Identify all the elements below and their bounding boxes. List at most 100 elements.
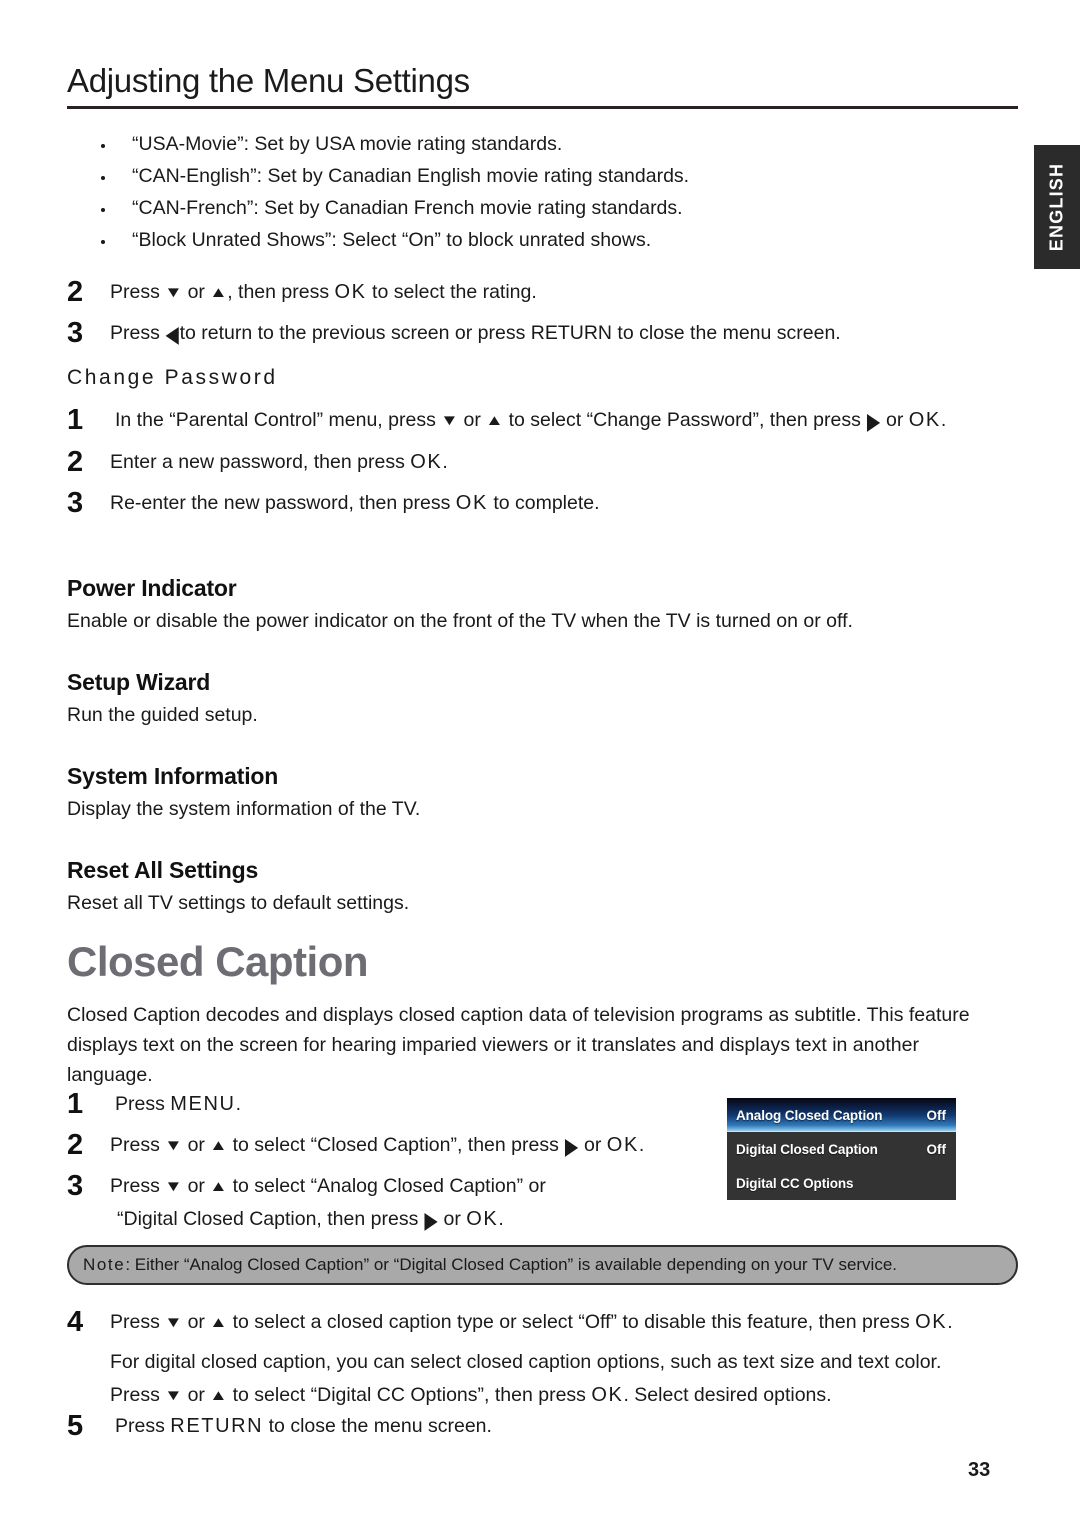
list-item: “CAN-French”: Set by Canadian French mov… bbox=[101, 197, 961, 229]
closed-caption-intro: Closed Caption decodes and displays clos… bbox=[67, 1004, 970, 1086]
step-text-part: or bbox=[584, 1134, 602, 1156]
step-text: Re-enter the new password, then press OK… bbox=[110, 487, 600, 520]
osd-menu-item-analog-closed-caption[interactable]: Analog Closed Caption Off bbox=[727, 1098, 956, 1132]
arrow-up-icon: ▲ bbox=[209, 1314, 229, 1331]
section-body-power-indicator: Enable or disable the power indicator on… bbox=[67, 610, 853, 632]
step-text: Press ▼ or ▲ to select a closed caption … bbox=[110, 1306, 953, 1339]
osd-menu-item-digital-closed-caption[interactable]: Digital Closed Caption Off bbox=[727, 1132, 956, 1166]
step-text-part: or bbox=[187, 1311, 205, 1333]
key-ok-label: OK bbox=[915, 1311, 948, 1333]
section-heading-system-information: System Information bbox=[67, 763, 279, 789]
arrow-down-icon: ▼ bbox=[164, 1314, 183, 1331]
closed-caption-heading: Closed Caption bbox=[67, 938, 369, 985]
list-item-label: “CAN-English”: Set by Canadian English m… bbox=[132, 165, 690, 187]
step-text: Press ▼ or ▲ to select “Closed Caption”,… bbox=[110, 1129, 644, 1164]
list-item: “USA-Movie”: Set by USA movie rating sta… bbox=[101, 133, 961, 165]
osd-menu-item-digital-cc-options[interactable]: Digital CC Options bbox=[727, 1166, 956, 1200]
step-text-line2: “Digital Closed Caption, then press ▶ or… bbox=[117, 1203, 504, 1238]
step-text: Press ▼ or ▲, then press OK to select th… bbox=[110, 276, 537, 309]
rating-standards-list: “USA-Movie”: Set by USA movie rating sta… bbox=[101, 133, 961, 261]
key-ok-label: OK bbox=[334, 281, 367, 303]
step-text-part: . bbox=[442, 451, 448, 473]
step-text-part: or bbox=[187, 1384, 205, 1406]
step-text-part: or bbox=[187, 281, 205, 303]
manual-page: Adjusting the Menu Settings ENGLISH “USA… bbox=[0, 0, 1080, 1527]
bullet-icon bbox=[101, 144, 105, 148]
note-label: Note bbox=[83, 1255, 126, 1274]
list-item-label: “USA-Movie”: Set by USA movie rating sta… bbox=[132, 133, 563, 155]
step-text-part: or bbox=[187, 1175, 205, 1197]
bullet-icon bbox=[101, 240, 105, 244]
arrow-down-icon: ▼ bbox=[164, 1387, 183, 1404]
step-text-part: to select “Analog Closed Caption” or bbox=[232, 1175, 546, 1197]
step-text-part: to complete. bbox=[493, 492, 600, 514]
step-text-part: In the “Parental Control” menu, press bbox=[115, 409, 436, 431]
step-text: Press ▼ or ▲ to select “Analog Closed Ca… bbox=[110, 1170, 546, 1203]
key-ok-label: OK bbox=[908, 409, 941, 431]
step-text-part: Re-enter the new password, then press bbox=[110, 492, 451, 514]
step-number: 3 bbox=[67, 1170, 84, 1202]
arrow-up-icon: ▲ bbox=[209, 284, 229, 301]
step-text-part: to select “Change Password”, then press bbox=[508, 409, 861, 431]
section-heading-setup-wizard: Setup Wizard bbox=[67, 669, 211, 695]
osd-item-label: Digital Closed Caption bbox=[736, 1141, 878, 1157]
list-item-label: “Block Unrated Shows”: Select “On” to bl… bbox=[132, 229, 652, 251]
step-text: Press MENU. bbox=[115, 1088, 241, 1121]
step-text-part: “Digital Closed Caption, then press bbox=[117, 1208, 419, 1230]
step-text: Press RETURN to close the menu screen. bbox=[115, 1410, 492, 1443]
step-text-part: to return to the previous screen or pres… bbox=[179, 322, 841, 344]
step-number: 2 bbox=[67, 1129, 84, 1161]
list-item-label: “CAN-French”: Set by Canadian French mov… bbox=[132, 197, 683, 219]
key-ok-label: OK bbox=[455, 492, 488, 514]
bullet-icon bbox=[101, 208, 105, 212]
step-text-part: or bbox=[187, 1134, 205, 1156]
step-text-part: . bbox=[498, 1208, 504, 1230]
step-number: 1 bbox=[67, 1088, 84, 1120]
section-heading-power-indicator: Power Indicator bbox=[67, 575, 237, 601]
step-text-part: Press bbox=[110, 1384, 160, 1406]
osd-item-value: Off bbox=[926, 1107, 947, 1123]
step-text-part: Press bbox=[110, 1175, 160, 1197]
arrow-up-icon: ▲ bbox=[209, 1178, 229, 1195]
tv-osd-menu: Analog Closed Caption Off Digital Closed… bbox=[727, 1098, 956, 1200]
step-text-para2-line1: For digital closed caption, you can sele… bbox=[110, 1351, 942, 1373]
step-text-part: . bbox=[235, 1093, 241, 1115]
language-tab-label: ENGLISH bbox=[1046, 162, 1067, 252]
page-title: Adjusting the Menu Settings bbox=[67, 62, 470, 99]
step-text-part: to close the menu screen. bbox=[268, 1415, 492, 1437]
page-number: 33 bbox=[968, 1459, 991, 1481]
step-text: In the “Parental Control” menu, press ▼ … bbox=[115, 404, 946, 439]
step-text-part: . Select desired options. bbox=[623, 1384, 832, 1406]
step-text-part: . bbox=[638, 1134, 645, 1156]
step-number: 2 bbox=[67, 276, 84, 308]
title-divider bbox=[67, 106, 1018, 109]
arrow-down-icon: ▼ bbox=[164, 1178, 183, 1195]
step-number: 2 bbox=[67, 446, 84, 478]
step-number: 1 bbox=[67, 404, 84, 436]
step-text-part: to select “Closed Caption”, then press bbox=[232, 1134, 559, 1156]
arrow-up-icon: ▲ bbox=[209, 1387, 229, 1404]
step-text-part: or bbox=[463, 409, 481, 431]
key-ok-label: OK bbox=[466, 1208, 499, 1230]
note-text: Note: Either “Analog Closed Caption” or … bbox=[83, 1255, 897, 1275]
note-body: : Either “Analog Closed Caption” or “Dig… bbox=[125, 1255, 898, 1274]
osd-item-value: Off bbox=[926, 1141, 947, 1157]
step-text-part: , then press bbox=[227, 281, 330, 303]
step-text: Press ◀to return to the previous screen … bbox=[110, 317, 841, 352]
step-text-part: or bbox=[443, 1208, 461, 1230]
key-ok-label: OK bbox=[410, 451, 443, 473]
arrow-right-icon: ▶ bbox=[867, 411, 880, 434]
step-text-part: . bbox=[947, 1311, 953, 1333]
step-number: 5 bbox=[67, 1410, 84, 1442]
step-number: 4 bbox=[67, 1306, 84, 1338]
key-ok-label: OK bbox=[606, 1134, 639, 1156]
step-text-para2-line2: Press ▼ or ▲ to select “Digital CC Optio… bbox=[110, 1379, 832, 1412]
arrow-left-icon: ◀ bbox=[166, 324, 179, 347]
list-item: “CAN-English”: Set by Canadian English m… bbox=[101, 165, 961, 197]
step-text-part: Press bbox=[115, 1093, 165, 1115]
note-box: Note: Either “Analog Closed Caption” or … bbox=[67, 1245, 1018, 1285]
step-text-part: to select a closed caption type or selec… bbox=[232, 1311, 910, 1333]
section-heading-reset-all-settings: Reset All Settings bbox=[67, 857, 259, 883]
arrow-up-icon: ▲ bbox=[209, 1137, 229, 1154]
step-text-part: Enter a new password, then press bbox=[110, 451, 405, 473]
